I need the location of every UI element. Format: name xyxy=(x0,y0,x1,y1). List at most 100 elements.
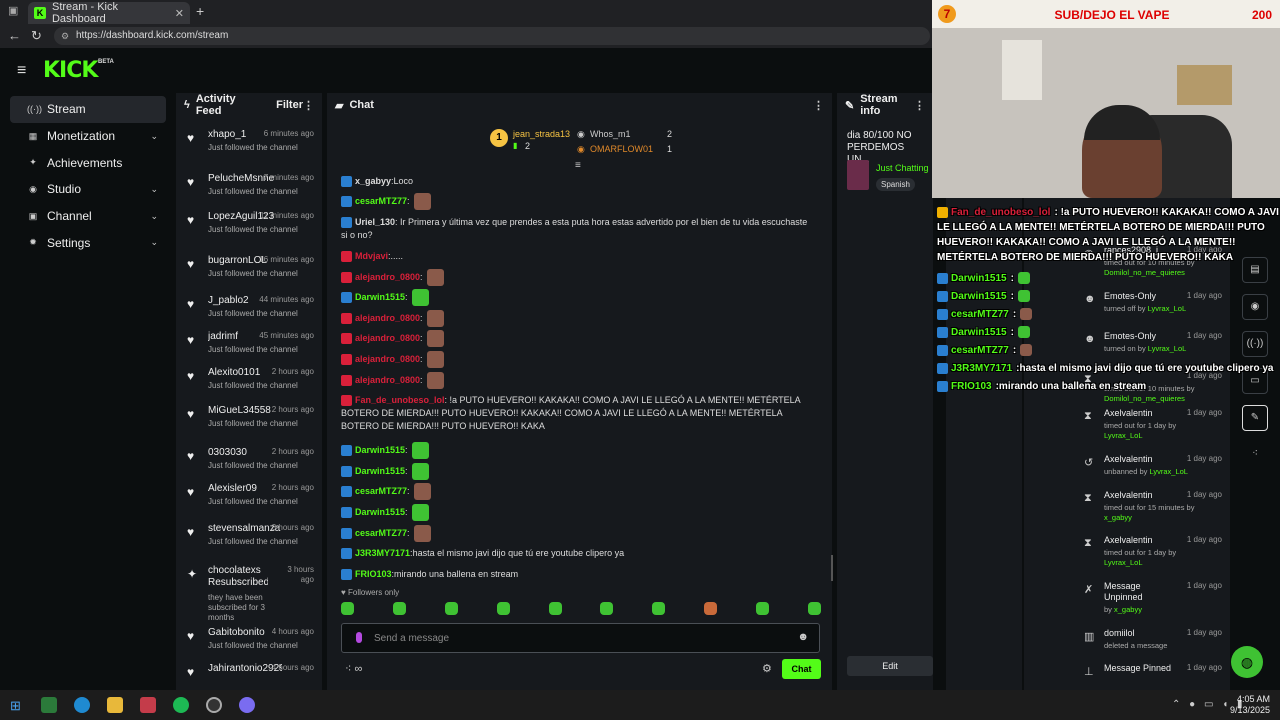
gifter-name[interactable]: Whos_m1 xyxy=(590,129,631,139)
hamburger-menu-icon[interactable]: ≡ xyxy=(17,62,26,80)
wrench-icon[interactable]: ✎ xyxy=(1242,405,1268,431)
gifter-name[interactable]: jean_strada13 xyxy=(513,129,570,139)
mod-log-subject[interactable]: Message Unpinned xyxy=(1104,581,1176,603)
file-explorer-icon[interactable] xyxy=(107,697,123,713)
chat-username[interactable]: Darwin1515 xyxy=(355,506,405,519)
sidebar-item-channel[interactable]: ▣ Channel ⌄ xyxy=(10,203,166,230)
chat-username[interactable]: cesarMTZ77 xyxy=(355,195,407,208)
mod-log-entry[interactable]: ⧗ Axelvalentin 1 day ago timed out for 1 da… xyxy=(1076,535,1222,579)
chat-message[interactable]: Mdvjavi: ..... xyxy=(341,246,816,267)
chat-username[interactable]: Darwin1515 xyxy=(355,291,405,304)
new-tab-icon[interactable]: + xyxy=(196,3,204,19)
chat-message[interactable]: x_gabyy: Loco xyxy=(341,171,816,192)
chat-message[interactable]: cesarMTZ77: xyxy=(341,523,816,544)
emote[interactable] xyxy=(411,503,429,521)
chat-username[interactable]: alejandro_0800 xyxy=(355,312,420,325)
emoji-picker-icon[interactable]: ☻ xyxy=(797,631,809,643)
chat-message[interactable]: alejandro_0800: xyxy=(341,349,816,370)
mod-log-moderator[interactable]: Lyvrax_LoL xyxy=(1104,558,1143,567)
chat-username[interactable]: Darwin1515 xyxy=(355,444,405,457)
sidebar-item-studio[interactable]: ◉ Studio ⌄ xyxy=(10,176,166,203)
edge-app-icon[interactable] xyxy=(74,697,90,713)
mod-log-entry[interactable]: ✗ Message Unpinned 1 day ago by x_gabyy xyxy=(1076,581,1222,625)
emote[interactable] xyxy=(807,602,821,615)
chat-message[interactable]: Uriel_130: Ir Primera y última vez que p… xyxy=(341,212,816,246)
chat-message[interactable]: alejandro_0800: xyxy=(341,329,816,350)
mod-log-subject[interactable]: Axelvalentin xyxy=(1104,408,1176,419)
mod-log-entry[interactable]: ⧗ Axelvalentin 1 day ago timed out for 15 m… xyxy=(1076,490,1222,534)
chat-message[interactable]: alejandro_0800: xyxy=(341,370,816,391)
chat-username[interactable]: FRIO103 xyxy=(355,568,392,581)
activity-item[interactable]: ♥ stevensalmanza 3 hours ago Just followed … xyxy=(176,521,322,561)
emote[interactable] xyxy=(496,602,510,615)
close-tab-icon[interactable]: ✕ xyxy=(175,7,184,20)
chat-message[interactable]: Darwin1515: xyxy=(341,440,816,461)
chat-message[interactable]: Darwin1515: xyxy=(341,461,816,482)
edit-button[interactable]: Edit xyxy=(847,656,933,676)
sidebar-item-monetization[interactable]: ▦ Monetization ⌄ xyxy=(10,123,166,150)
emote[interactable] xyxy=(548,602,562,615)
taskbar-clock[interactable]: 4:05 AM 9/13/2025 xyxy=(1230,694,1270,716)
collapse-icon[interactable]: ≡ xyxy=(575,160,581,171)
chat-message[interactable]: Darwin1515: xyxy=(341,502,816,523)
support-chat-icon[interactable]: ◍ xyxy=(1231,646,1263,678)
chevron-down-icon[interactable]: ⌄ xyxy=(150,237,158,248)
emote[interactable] xyxy=(411,462,429,480)
emote[interactable] xyxy=(426,350,444,368)
emote[interactable] xyxy=(341,602,354,615)
emote[interactable] xyxy=(411,289,429,307)
activity-item[interactable]: ♥ Alexito0101 2 hours ago Just followed the… xyxy=(176,365,322,405)
infinity-icon[interactable]: ⁖ ∞ xyxy=(345,662,362,675)
activity-item[interactable]: ♥ J_pablo2 44 minutes ago Just followed the… xyxy=(176,293,322,333)
gifter-name[interactable]: OMARFLOW01 xyxy=(590,144,653,154)
browser-tab[interactable]: K Stream - Kick Dashboard ✕ xyxy=(28,1,190,25)
activity-item[interactable]: ♥ LopezAguil123 11 minutes ago Just followe… xyxy=(176,209,322,249)
emote[interactable] xyxy=(444,602,458,615)
obs-icon[interactable] xyxy=(206,697,222,713)
activity-item[interactable]: ♥ Gabitobonito 4 hours ago Just followed th… xyxy=(176,625,322,665)
emote[interactable] xyxy=(426,371,444,389)
emote[interactable] xyxy=(600,602,614,615)
mod-log-moderator[interactable]: Domilol_no_me_quieres xyxy=(1104,394,1185,403)
spotify-icon[interactable] xyxy=(173,697,189,713)
window-menu-icon[interactable]: ▣ xyxy=(8,4,18,17)
sidebar-item-settings[interactable]: ✹ Settings ⌄ xyxy=(10,229,166,256)
activity-item[interactable]: ♥ 0303030 2 hours ago Just followed the cha… xyxy=(176,445,322,485)
emote[interactable] xyxy=(413,524,431,542)
app-icon[interactable] xyxy=(140,697,156,713)
back-icon[interactable]: ← xyxy=(8,28,21,43)
chat-message[interactable]: cesarMTZ77: xyxy=(341,482,816,503)
emote[interactable] xyxy=(704,602,718,615)
chat-message[interactable]: Darwin1515: xyxy=(341,287,816,308)
activity-item[interactable]: ✦ chocolatexs Resubscribed! 3 hours ago the… xyxy=(176,563,322,622)
more-options-icon[interactable]: ⋮ xyxy=(303,99,314,112)
activity-item[interactable]: ♥ jadrimf 45 minutes ago Just followed the … xyxy=(176,329,322,369)
chat-message[interactable]: cesarMTZ77: xyxy=(341,192,816,213)
terminal-app-icon[interactable] xyxy=(41,697,57,713)
reload-icon[interactable]: ↻ xyxy=(31,28,42,44)
mod-log-subject[interactable]: Axelvalentin xyxy=(1104,454,1176,465)
emote[interactable] xyxy=(426,309,444,327)
chat-username[interactable]: alejandro_0800 xyxy=(355,353,420,366)
mod-log-subject[interactable]: domiilol xyxy=(1104,628,1176,639)
send-chat-button[interactable]: Chat xyxy=(782,659,821,679)
chat-username[interactable]: J3R3MY7171 xyxy=(355,547,410,560)
mod-log-moderator[interactable]: Lyvrax_LoL xyxy=(1104,431,1143,440)
activity-item[interactable]: ♥ MiGueL34558 2 hours ago Just followed the… xyxy=(176,403,322,443)
chevron-down-icon[interactable]: ⌄ xyxy=(150,211,158,222)
chevron-down-icon[interactable]: ⌄ xyxy=(150,184,158,195)
emote[interactable] xyxy=(426,330,444,348)
more-options-icon[interactable]: ⋮ xyxy=(813,99,824,112)
mod-log-moderator[interactable]: x_gabyy xyxy=(1104,513,1132,522)
chat-message[interactable]: alejandro_0800: xyxy=(341,267,816,288)
emote[interactable] xyxy=(413,483,431,501)
chat-message[interactable]: Fan_de_unobeso_lol: !a PUTO HUEVERO!! KA… xyxy=(341,390,816,440)
mic-icon[interactable] xyxy=(356,632,362,643)
category-name[interactable]: Just Chatting xyxy=(876,163,929,173)
activity-item[interactable]: ♥ Alexisler09 2 hours ago Just followed the… xyxy=(176,481,322,521)
emote[interactable] xyxy=(756,602,769,615)
chevron-down-icon[interactable]: ⌄ xyxy=(150,131,158,142)
emote[interactable] xyxy=(392,602,406,615)
discord-icon[interactable] xyxy=(239,697,255,713)
chat-scrollbar[interactable] xyxy=(831,555,833,581)
